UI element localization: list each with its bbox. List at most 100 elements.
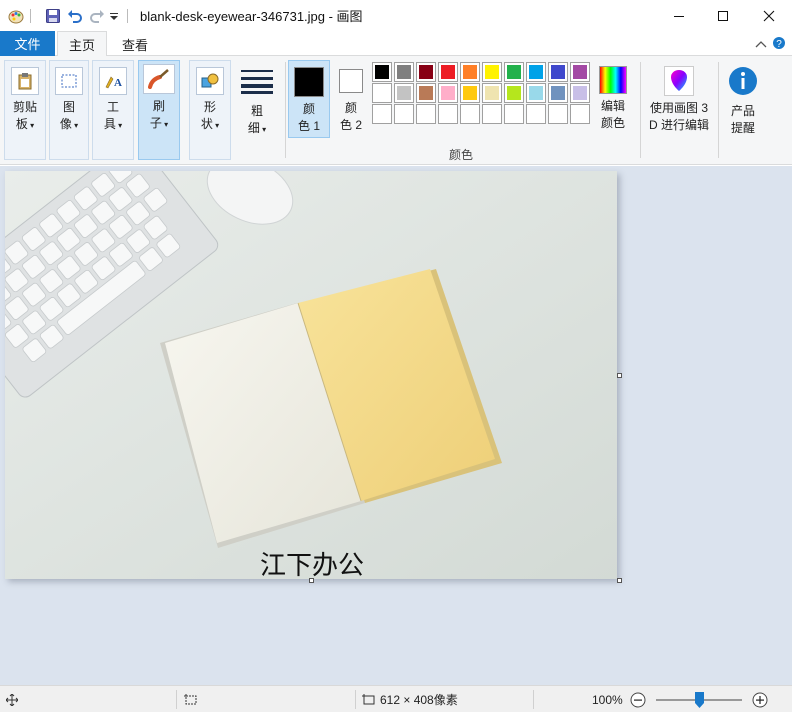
separator [533, 690, 534, 709]
resize-handle-right[interactable] [617, 373, 622, 378]
window-title: blank-desk-eyewear-346731.jpg - 画图 [140, 9, 363, 24]
cursor-position-icon [6, 686, 18, 712]
tools-label: 工 [106, 100, 119, 114]
palette-swatch[interactable] [526, 62, 546, 82]
customize-dropdown-icon[interactable] [109, 8, 119, 24]
dropdown-arrow-icon: ▾ [259, 125, 267, 134]
clipboard-icon [11, 67, 39, 95]
palette-swatch[interactable] [526, 83, 546, 103]
palette-swatch[interactable] [460, 83, 480, 103]
dropdown-arrow-icon: ▾ [161, 120, 169, 129]
title-bar: blank-desk-eyewear-346731.jpg - 画图 [0, 0, 792, 31]
overlay-text: 江下办公 [260, 551, 365, 579]
zoom-slider-thumb[interactable] [694, 692, 704, 708]
palette-swatch[interactable] [570, 83, 590, 103]
canvas-workspace[interactable]: 江下办公 [0, 166, 792, 685]
brushes-button[interactable]: 刷 子 ▾ [138, 60, 180, 160]
palette-empty-swatch[interactable] [372, 104, 392, 124]
brushes-label-2: 子 [149, 116, 162, 130]
palette-swatch[interactable] [372, 62, 392, 82]
help-icon[interactable]: ? [772, 36, 786, 53]
resize-handle-corner[interactable] [617, 578, 622, 583]
palette-empty-swatch[interactable] [416, 104, 436, 124]
clipboard-button[interactable]: 剪贴 板 ▾ [4, 60, 46, 160]
color2-button[interactable]: 颜 色 2 [330, 60, 372, 138]
separator [176, 690, 177, 709]
palette-swatch[interactable] [482, 62, 502, 82]
tools-button[interactable]: A 工 具 ▾ [92, 60, 134, 160]
palette-swatch[interactable] [394, 83, 414, 103]
palette-empty-swatch[interactable] [570, 104, 590, 124]
palette-empty-swatch[interactable] [460, 104, 480, 124]
edit-colors-label: 编辑 [600, 99, 625, 113]
tab-file[interactable]: 文件 [0, 31, 55, 56]
chevron-up-icon[interactable] [755, 38, 767, 52]
canvas-image[interactable]: 江下办公 [5, 171, 617, 579]
palette-swatch[interactable] [548, 62, 568, 82]
palette-swatch[interactable] [460, 62, 480, 82]
color1-button[interactable]: 颜 色 1 [288, 60, 330, 138]
color2-swatch [339, 69, 363, 93]
minimize-button[interactable] [656, 0, 702, 31]
product-alert-button[interactable]: 产品 提醒 [723, 60, 763, 160]
save-icon[interactable] [45, 8, 61, 24]
close-button[interactable] [746, 0, 792, 31]
product-alert-label: 产品 [730, 104, 755, 118]
paint-app-icon[interactable] [8, 8, 24, 24]
palette-empty-swatch[interactable] [482, 104, 502, 124]
redo-icon[interactable] [89, 8, 105, 24]
palette-swatch[interactable] [394, 62, 414, 82]
separator [640, 62, 641, 158]
palette-empty-swatch[interactable] [526, 104, 546, 124]
line-thickness-icon [240, 68, 274, 97]
palette-swatch[interactable] [416, 62, 436, 82]
palette-empty-swatch[interactable] [504, 104, 524, 124]
palette-empty-swatch[interactable] [438, 104, 458, 124]
undo-icon[interactable] [67, 8, 83, 24]
zoom-level: 100% [592, 692, 623, 707]
image-button[interactable]: 图 像 ▾ [49, 60, 89, 160]
svg-text:?: ? [776, 39, 782, 50]
palette-swatch[interactable] [416, 83, 436, 103]
selection-size-icon [184, 686, 198, 712]
size-label-2: 细 [247, 121, 260, 135]
paint3d-label: 使用画图 3 [649, 101, 708, 115]
palette-swatch[interactable] [438, 62, 458, 82]
tools-icon: A [99, 67, 127, 95]
zoom-in-button[interactable] [752, 686, 768, 712]
shapes-button[interactable]: 形 状 ▾ [189, 60, 231, 160]
tools-label-2: 具 [103, 117, 116, 131]
paint3d-icon [664, 66, 694, 96]
paint3d-button[interactable]: 使用画图 3 D 进行编辑 [645, 60, 713, 160]
select-image-icon [55, 67, 83, 95]
clipboard-label: 剪贴 [12, 100, 37, 114]
dropdown-arrow-icon: ▾ [27, 121, 35, 130]
size-button[interactable]: 粗 细 ▾ [236, 60, 278, 160]
palette-swatch[interactable] [504, 83, 524, 103]
separator [718, 62, 719, 158]
dropdown-arrow-icon: ▾ [115, 121, 123, 130]
edit-colors-button[interactable]: 编辑 颜色 [594, 60, 632, 160]
palette-swatch[interactable] [372, 83, 392, 103]
palette-swatch[interactable] [570, 62, 590, 82]
image-size-icon [362, 686, 376, 712]
zoom-out-button[interactable] [630, 686, 646, 712]
dropdown-arrow-icon: ▾ [212, 121, 220, 130]
colors-group-caption: 颜色 [449, 148, 474, 162]
palette-swatch[interactable] [438, 83, 458, 103]
color2-label: 颜 [344, 101, 357, 115]
desk-photo [5, 171, 617, 579]
resize-handle-bottom[interactable] [309, 578, 314, 583]
tab-home[interactable]: 主页 [57, 31, 107, 57]
palette-swatch[interactable] [548, 83, 568, 103]
color1-label-2: 色 1 [297, 119, 320, 133]
dropdown-arrow-icon: ▾ [71, 121, 79, 130]
palette-swatch[interactable] [504, 62, 524, 82]
product-alert-label-2: 提醒 [730, 121, 755, 135]
palette-empty-swatch[interactable] [394, 104, 414, 124]
palette-swatch[interactable] [482, 83, 502, 103]
maximize-button[interactable] [700, 0, 746, 31]
palette-empty-swatch[interactable] [548, 104, 568, 124]
shapes-icon [196, 67, 224, 95]
tab-view[interactable]: 查看 [111, 31, 159, 57]
